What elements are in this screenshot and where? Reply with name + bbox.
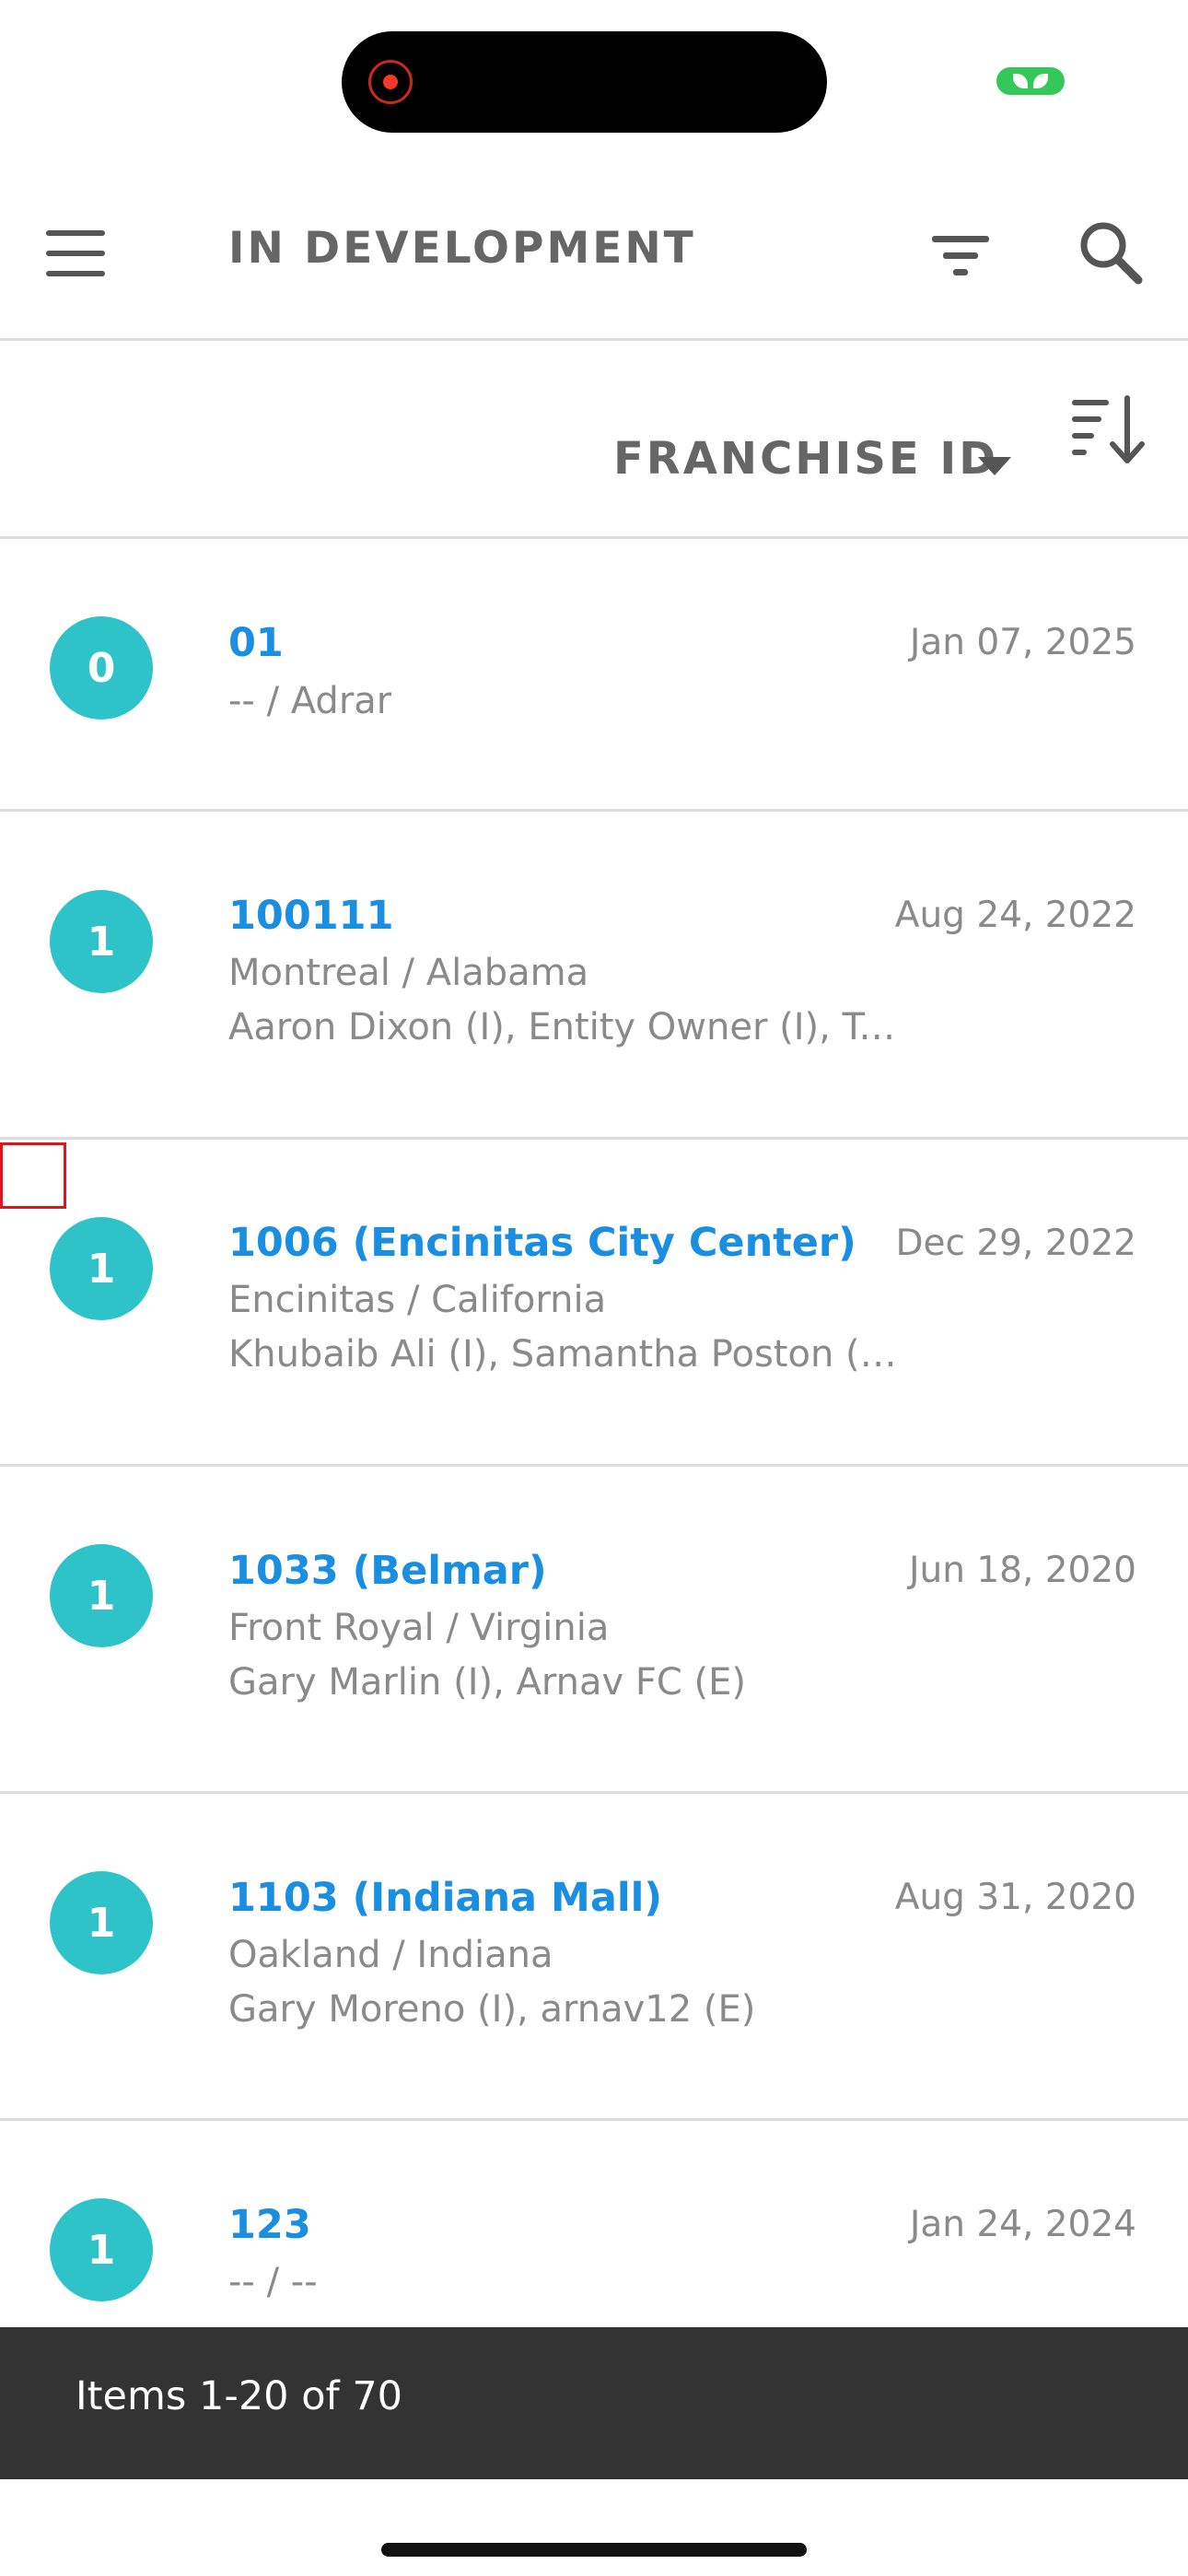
row-location: Montreal / Alabama bbox=[228, 952, 589, 994]
row-owners: Gary Marlin (I), Arnav FC (E) bbox=[228, 1661, 747, 1704]
active-call-icon[interactable] bbox=[996, 67, 1065, 95]
count-badge: 1 bbox=[50, 1217, 153, 1320]
row-location: -- / Adrar bbox=[228, 680, 392, 722]
row-location: -- / -- bbox=[228, 2261, 318, 2303]
row-date: Aug 31, 2020 bbox=[894, 1877, 1136, 1918]
pagination-bar: Items 1-20 of 70 bbox=[0, 2327, 1188, 2479]
list-item[interactable]: 1 100111 Aug 24, 2022 Montreal / Alabama… bbox=[0, 812, 1188, 1140]
list-item[interactable]: 1 1103 (Indiana Mall) Aug 31, 2020 Oakla… bbox=[0, 1794, 1188, 2121]
list-item[interactable]: 1 1006 (Encinitas City Center) Dec 29, 2… bbox=[0, 1140, 1188, 1467]
franchise-id[interactable]: 100111 bbox=[228, 893, 394, 939]
hamburger-menu-icon[interactable] bbox=[46, 230, 105, 276]
row-location: Encinitas / California bbox=[228, 1279, 607, 1321]
pagination-label: Items 1-20 of 70 bbox=[76, 2373, 403, 2419]
dynamic-island bbox=[342, 31, 827, 133]
chevron-down-icon[interactable] bbox=[978, 457, 1011, 475]
count-badge: 0 bbox=[50, 616, 153, 720]
screen-recording-icon bbox=[368, 60, 413, 104]
list-item[interactable]: 0 01 Jan 07, 2025 -- / Adrar bbox=[0, 539, 1188, 812]
count-badge: 1 bbox=[50, 2198, 153, 2301]
sort-bar: FRANCHISE ID bbox=[0, 341, 1188, 539]
page-title: IN DEVELOPMENT bbox=[228, 223, 696, 274]
row-owners: Khubaib Ali (I), Samantha Poston (I), … bbox=[228, 1333, 901, 1376]
count-badge: 1 bbox=[50, 1544, 153, 1647]
row-owners: Gary Moreno (I), arnav12 (E) bbox=[228, 1988, 756, 2031]
franchise-id[interactable]: 123 bbox=[228, 2202, 311, 2248]
row-location: Oakland / Indiana bbox=[228, 1934, 553, 1976]
row-owners: Aaron Dixon (I), Entity Owner (I), Test… bbox=[228, 1006, 901, 1048]
franchise-id[interactable]: 1033 (Belmar) bbox=[228, 1548, 547, 1594]
home-indicator[interactable] bbox=[381, 2543, 807, 2557]
count-badge: 1 bbox=[50, 890, 153, 993]
status-bar bbox=[0, 0, 1188, 175]
row-date: Jan 24, 2024 bbox=[909, 2204, 1136, 2245]
franchise-list: 0 01 Jan 07, 2025 -- / Adrar 1 100111 Au… bbox=[0, 539, 1188, 2397]
count-badge: 1 bbox=[50, 1871, 153, 1974]
selection-highlight-box bbox=[0, 1142, 66, 1209]
row-location: Front Royal / Virginia bbox=[228, 1607, 610, 1649]
filter-icon[interactable] bbox=[928, 228, 993, 284]
row-date: Jun 18, 2020 bbox=[908, 1550, 1136, 1591]
franchise-id[interactable]: 1006 (Encinitas City Center) bbox=[228, 1220, 856, 1266]
row-date: Dec 29, 2022 bbox=[895, 1223, 1136, 1264]
franchise-id[interactable]: 1103 (Indiana Mall) bbox=[228, 1875, 662, 1921]
row-date: Aug 24, 2022 bbox=[894, 895, 1136, 936]
row-date: Jan 07, 2025 bbox=[909, 622, 1136, 663]
sort-field-dropdown[interactable]: FRANCHISE ID bbox=[613, 433, 998, 485]
sort-descending-icon[interactable] bbox=[1070, 394, 1146, 468]
search-icon[interactable] bbox=[1077, 219, 1144, 286]
app-header: IN DEVELOPMENT bbox=[0, 175, 1188, 341]
franchise-id[interactable]: 01 bbox=[228, 620, 284, 666]
list-item[interactable]: 1 1033 (Belmar) Jun 18, 2020 Front Royal… bbox=[0, 1467, 1188, 1794]
